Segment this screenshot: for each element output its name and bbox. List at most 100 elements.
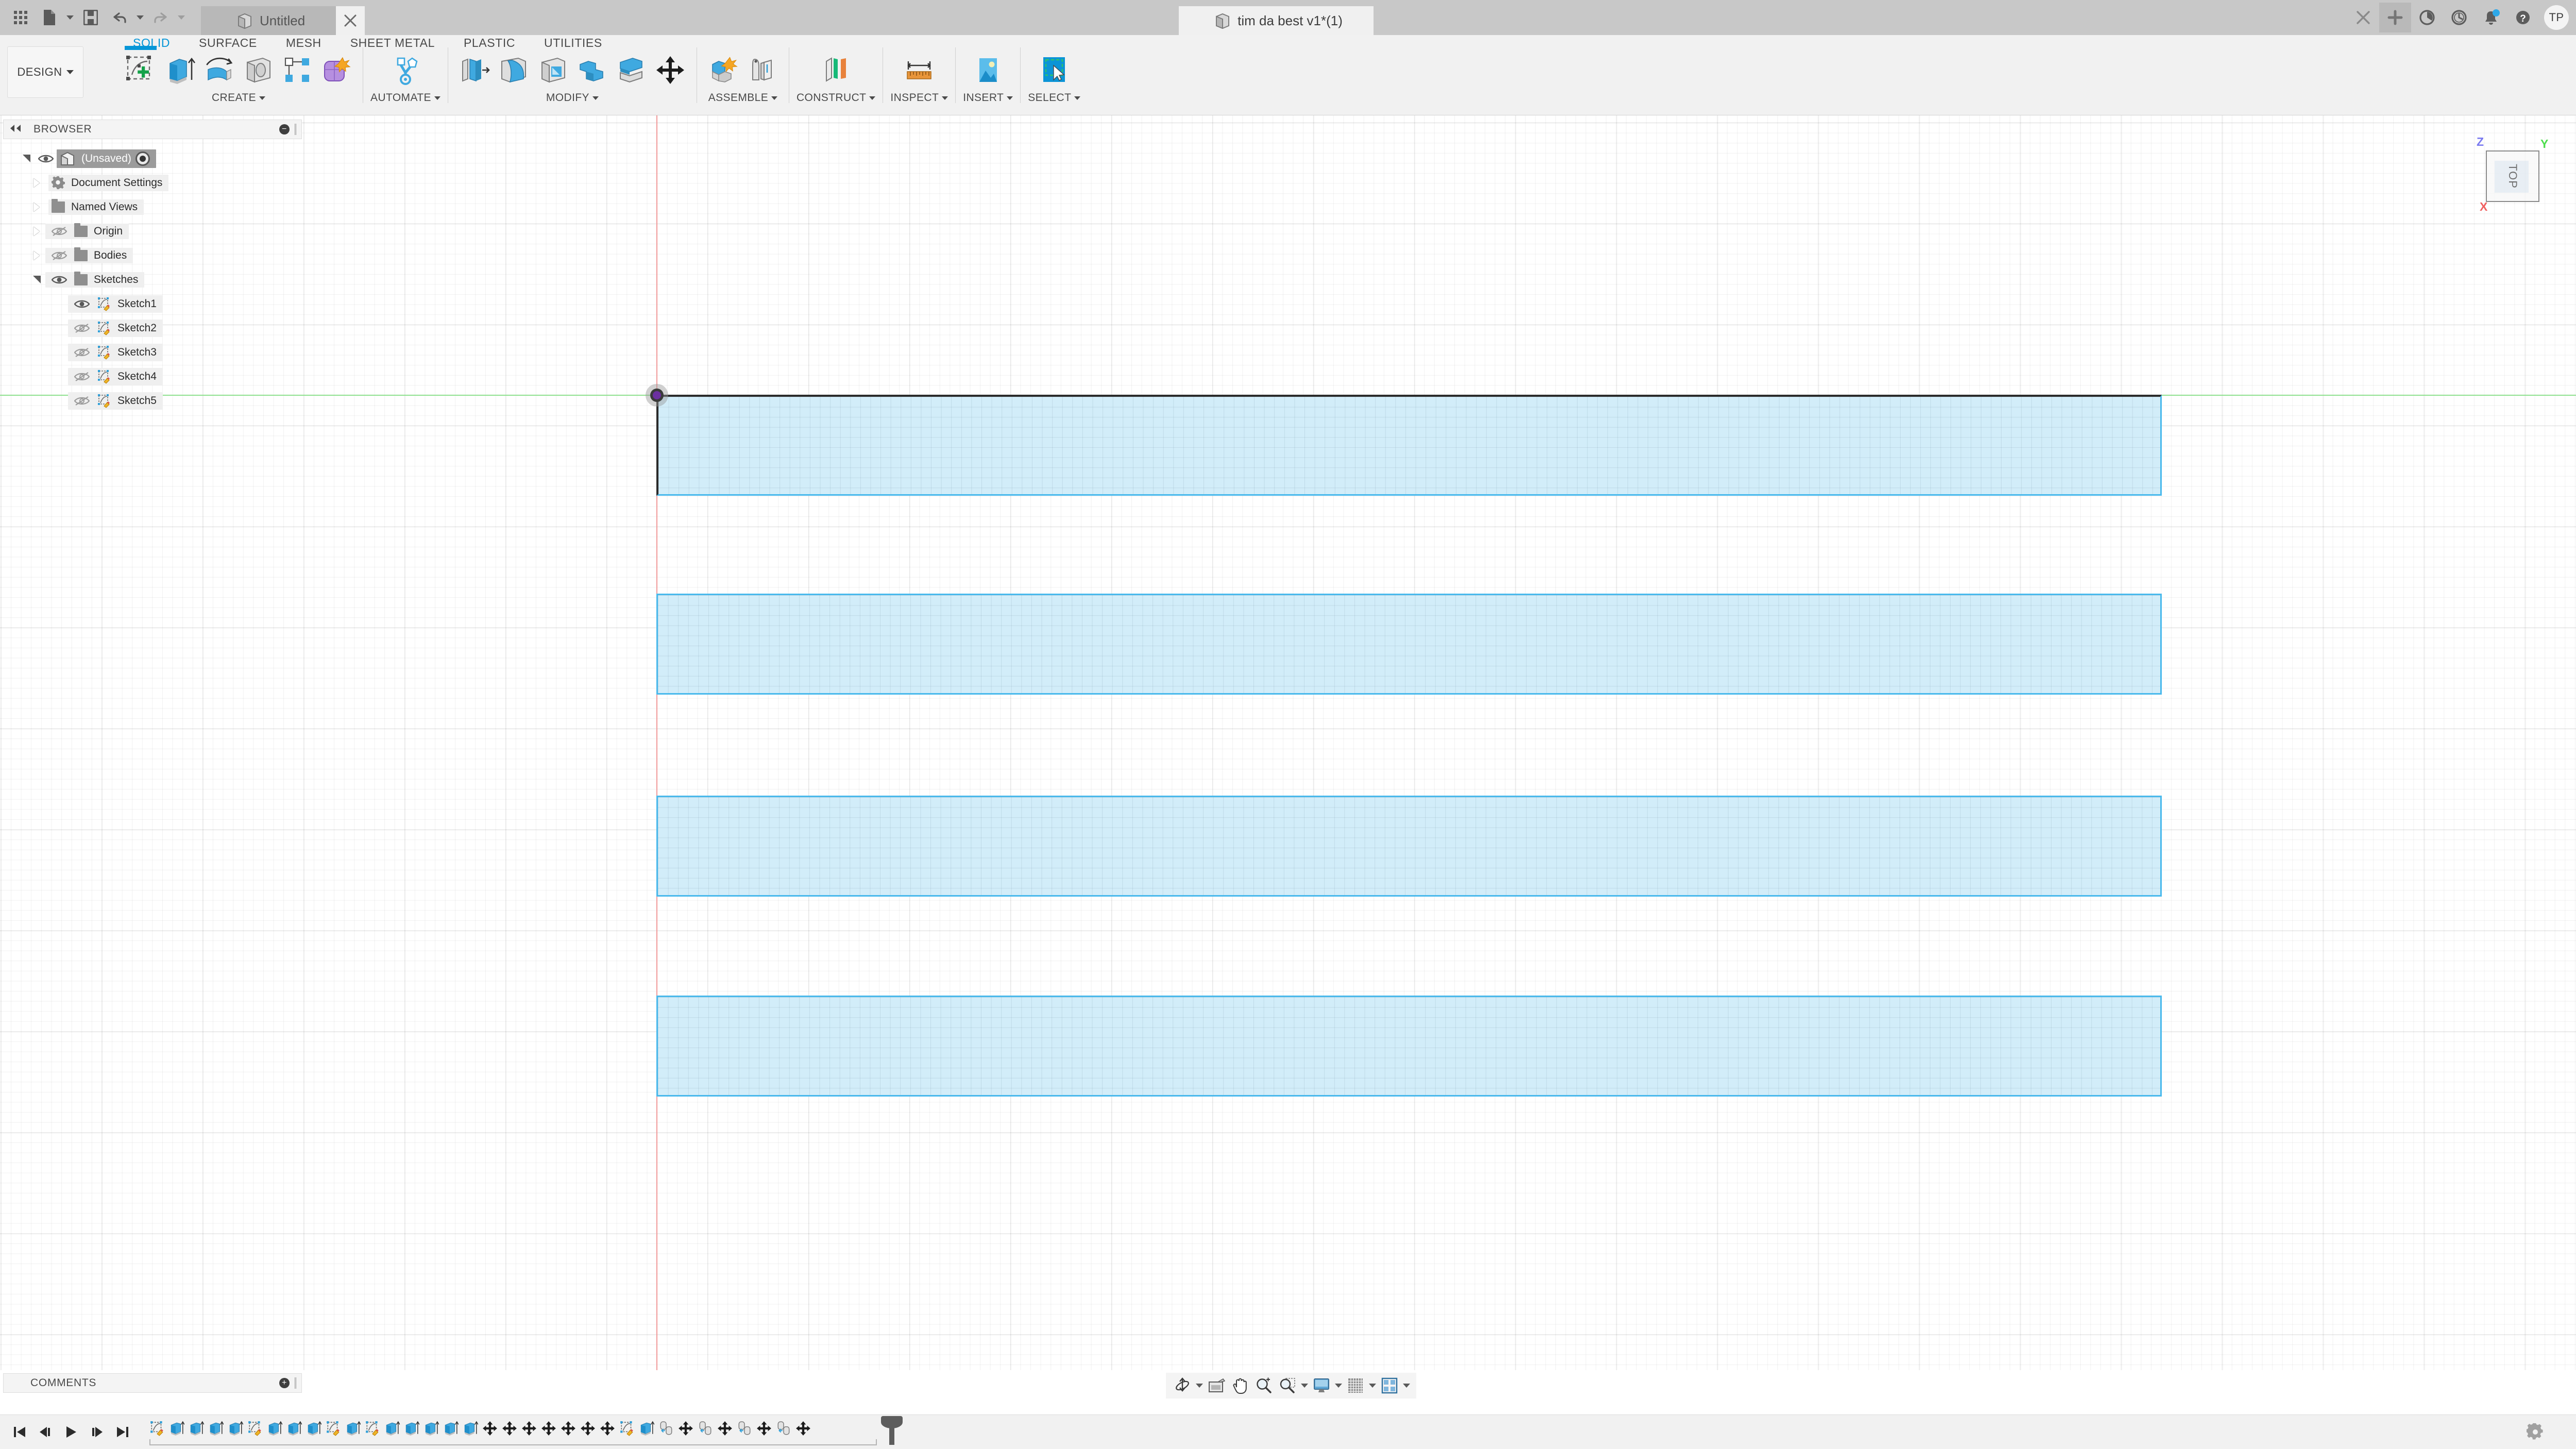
extrude-feature-icon[interactable] <box>441 1417 461 1440</box>
grid-snaps-icon[interactable] <box>1344 1374 1367 1397</box>
combine-icon[interactable] <box>573 50 611 90</box>
grid-snaps-dropdown-icon[interactable] <box>1368 1374 1377 1397</box>
tree-item-bodies[interactable]: Bodies <box>3 243 302 267</box>
tree-item-sketch3[interactable]: Sketch3 <box>3 340 302 364</box>
ribbon-group-label[interactable]: CREATE <box>212 92 266 104</box>
tree-item-sketch1[interactable]: Sketch1 <box>3 292 302 316</box>
panel-grip-icon[interactable] <box>295 1377 296 1389</box>
twisty-closed-icon[interactable] <box>28 250 45 260</box>
visibility-on-icon[interactable] <box>35 154 57 164</box>
tree-item-content[interactable]: Named Views <box>48 198 144 215</box>
ribbon-group-label[interactable]: INSPECT <box>890 92 948 104</box>
ribbon-group-label[interactable]: INSERT <box>963 92 1013 104</box>
jump-to-beginning-icon[interactable] <box>11 1423 28 1441</box>
extrude-feature-icon[interactable] <box>382 1417 402 1440</box>
shell-icon[interactable] <box>534 50 572 90</box>
move-feature-icon[interactable] <box>519 1417 539 1440</box>
clock-icon[interactable] <box>2443 3 2475 32</box>
ribbon-group-label[interactable]: SELECT <box>1028 92 1081 104</box>
tree-item-named-views[interactable]: Named Views <box>3 195 302 219</box>
viewports-icon[interactable] <box>1378 1374 1401 1397</box>
avatar[interactable]: TP <box>2544 5 2569 30</box>
sketch-profile-2[interactable] <box>656 594 2162 695</box>
jump-to-end-icon[interactable] <box>114 1423 131 1441</box>
new-file-icon[interactable] <box>36 3 63 32</box>
move-feature-icon[interactable] <box>598 1417 617 1440</box>
tree-item-sketch2[interactable]: Sketch2 <box>3 316 302 340</box>
move-feature-icon[interactable] <box>500 1417 519 1440</box>
look-at-icon[interactable] <box>1205 1374 1228 1397</box>
workspace-switcher[interactable]: DESIGN <box>7 46 83 98</box>
measure-icon[interactable] <box>900 50 938 90</box>
design-canvas[interactable] <box>0 115 2576 1370</box>
new-component-icon[interactable] <box>704 50 742 90</box>
visibility-on-icon[interactable] <box>48 275 70 285</box>
undo-icon[interactable] <box>106 3 133 32</box>
tree-item-content[interactable]: (Unsaved) <box>57 149 156 168</box>
extrude-feature-icon[interactable] <box>343 1417 363 1440</box>
tree-item-sketch4[interactable]: Sketch4 <box>3 364 302 389</box>
sketch-feature-icon[interactable] <box>147 1417 167 1440</box>
tree-item-content[interactable]: Sketch3 <box>68 343 163 361</box>
extrude-feature-icon[interactable] <box>206 1417 226 1440</box>
undo-dropdown-icon[interactable] <box>135 3 145 32</box>
gear-icon[interactable] <box>2526 1422 2544 1443</box>
visibility-off-icon[interactable] <box>48 226 70 237</box>
extrude-feature-icon[interactable] <box>167 1417 187 1440</box>
minimize-icon[interactable]: − <box>279 124 290 134</box>
offset-plane-icon[interactable] <box>817 50 855 90</box>
revolve-icon[interactable] <box>200 50 238 90</box>
ribbon-group-label[interactable]: CONSTRUCT <box>796 92 876 104</box>
sketch-feature-icon[interactable] <box>363 1417 382 1440</box>
document-tab-untitled[interactable]: Untitled <box>201 6 336 35</box>
display-settings-icon[interactable] <box>1310 1374 1333 1397</box>
extrude-feature-icon[interactable] <box>402 1417 421 1440</box>
tree-item-content[interactable]: Document Settings <box>48 174 169 191</box>
visibility-off-icon[interactable] <box>71 347 93 358</box>
sketch-feature-icon[interactable] <box>245 1417 265 1440</box>
step-forward-icon[interactable] <box>89 1423 105 1441</box>
play-icon[interactable] <box>63 1423 79 1441</box>
move-feature-icon[interactable] <box>793 1417 813 1440</box>
extrude-feature-icon[interactable] <box>226 1417 245 1440</box>
redo-dropdown-icon[interactable] <box>176 3 187 32</box>
tree-item-origin[interactable]: Origin <box>3 219 302 243</box>
hole-icon[interactable] <box>239 50 277 90</box>
tree-item-content[interactable]: Sketch5 <box>68 392 163 410</box>
timeline-marker[interactable] <box>881 1416 903 1445</box>
step-back-icon[interactable] <box>37 1423 54 1441</box>
split-face-icon[interactable] <box>612 50 650 90</box>
select-window-icon[interactable] <box>1035 50 1073 90</box>
copy-paste-feature-icon[interactable] <box>774 1417 793 1440</box>
sketch-profile-3[interactable] <box>656 796 2162 897</box>
tree-item-content[interactable]: Sketches <box>45 271 145 288</box>
tree-item-sketches[interactable]: Sketches <box>3 267 302 292</box>
extrude-feature-icon[interactable] <box>284 1417 304 1440</box>
move-feature-icon[interactable] <box>480 1417 500 1440</box>
zoom-window-icon[interactable] <box>1276 1374 1299 1397</box>
display-settings-dropdown-icon[interactable] <box>1334 1374 1343 1397</box>
tree-item-content[interactable]: Sketch4 <box>68 367 163 385</box>
close-icon[interactable] <box>2347 3 2379 32</box>
new-file-dropdown-icon[interactable] <box>65 3 75 32</box>
move-feature-icon[interactable] <box>676 1417 696 1440</box>
panel-grip-icon[interactable] <box>295 124 296 135</box>
activate-component-radio[interactable] <box>135 151 150 166</box>
visibility-off-icon[interactable] <box>48 250 70 261</box>
origin-point[interactable] <box>650 389 664 402</box>
ribbon-group-label[interactable]: ASSEMBLE <box>708 92 778 104</box>
ribbon-group-label[interactable]: AUTOMATE <box>370 92 440 104</box>
extrude-icon[interactable] <box>161 50 199 90</box>
expand-icon[interactable]: + <box>279 1378 290 1388</box>
extrude-feature-icon[interactable] <box>421 1417 441 1440</box>
zoom-icon[interactable] <box>1252 1374 1275 1397</box>
sketch-feature-icon[interactable] <box>324 1417 343 1440</box>
orbit-icon[interactable] <box>1171 1374 1194 1397</box>
copy-paste-feature-icon[interactable] <box>656 1417 676 1440</box>
twisty-open-icon[interactable] <box>28 276 45 283</box>
ribbon-group-label[interactable]: MODIFY <box>546 92 599 104</box>
copy-paste-feature-icon[interactable] <box>696 1417 715 1440</box>
press-pull-icon[interactable] <box>455 50 494 90</box>
rectangular-pattern-icon[interactable] <box>278 50 316 90</box>
grid-menu-icon[interactable] <box>7 3 34 32</box>
